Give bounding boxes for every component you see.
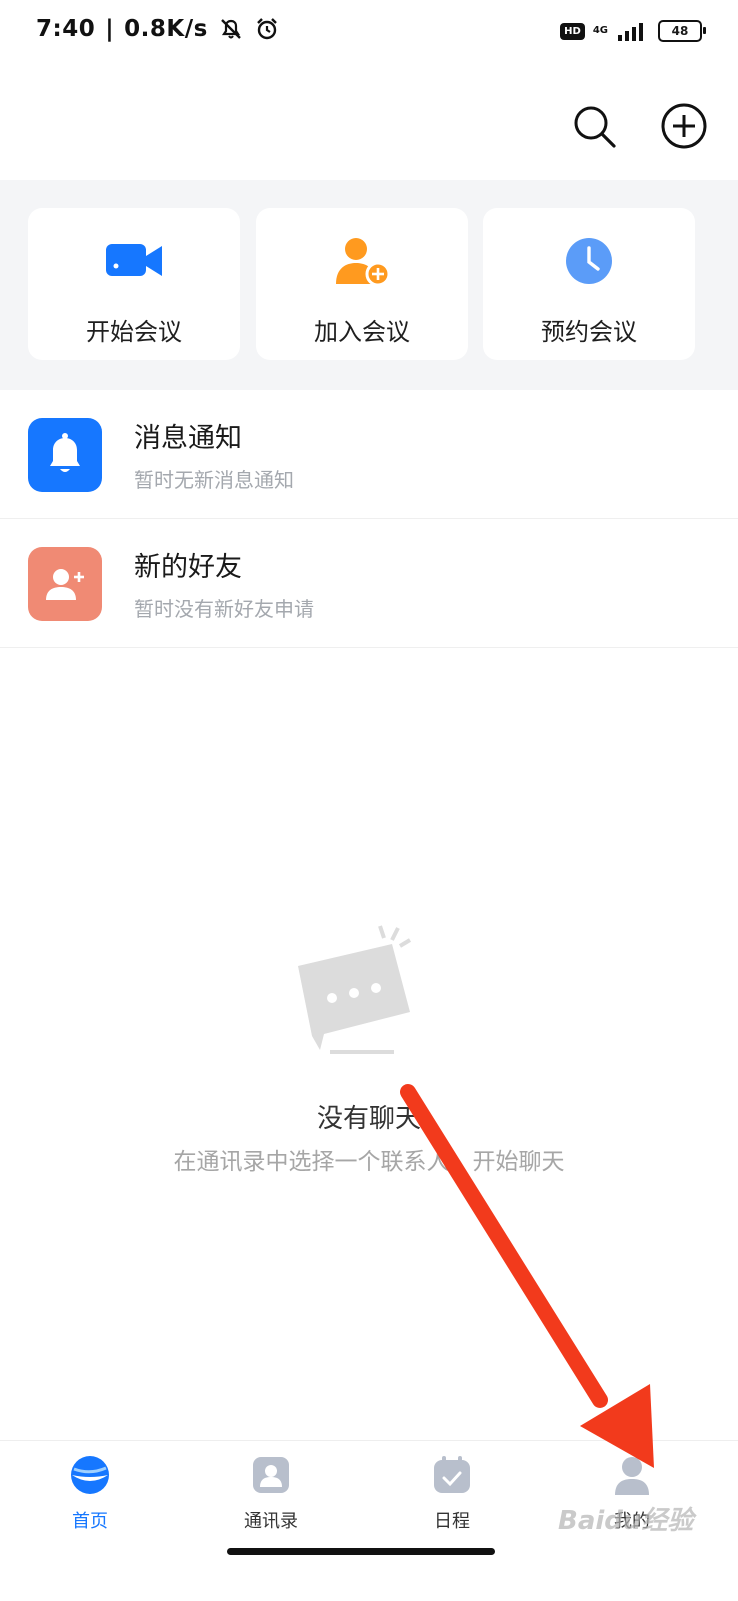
calendar-icon — [434, 1456, 470, 1493]
notification-subtitle: 暂时无新消息通知 — [134, 468, 294, 492]
search-button[interactable] — [570, 102, 618, 150]
start-meeting-label: 开始会议 — [86, 318, 182, 346]
tab-calendar-label: 日程 — [434, 1511, 470, 1532]
muted-bell-icon — [220, 19, 241, 39]
home-indicator — [227, 1548, 495, 1555]
schedule-meeting-button[interactable]: 预约会议 — [483, 208, 695, 360]
top-actions — [570, 102, 708, 150]
quick-actions: 开始会议 加入会议 预约会议 — [0, 180, 738, 390]
start-meeting-button[interactable]: 开始会议 — [28, 208, 240, 360]
watermark: Baidu经验 — [558, 1506, 694, 1536]
new-friends-title: 新的好友 — [134, 552, 242, 583]
battery-indicator: 48 — [658, 20, 706, 42]
hd-badge: HD — [560, 22, 585, 40]
status-speed: 0.8K/s — [124, 16, 208, 42]
new-friends-avatar — [28, 547, 102, 621]
search-icon — [574, 106, 616, 148]
tab-contacts[interactable]: 通讯录 — [211, 1455, 331, 1533]
status-time: 7:40 — [36, 16, 96, 42]
notification-title: 消息通知 — [134, 423, 242, 454]
plus-circle-icon — [661, 103, 707, 149]
empty-chat-illustration — [298, 925, 412, 1054]
profile-icon — [615, 1457, 649, 1495]
add-friend-icon — [46, 569, 84, 600]
empty-title: 没有聊天 — [316, 1104, 421, 1134]
home-logo-icon — [71, 1456, 109, 1494]
list-item-notifications[interactable]: 消息通知 暂时无新消息通知 — [0, 390, 738, 519]
tab-home-label: 首页 — [72, 1511, 108, 1532]
new-friends-subtitle: 暂时没有新好友申请 — [134, 597, 314, 621]
network-label: 4G — [592, 25, 608, 36]
contacts-icon — [253, 1457, 289, 1493]
clock-icon — [566, 238, 612, 284]
tab-calendar[interactable]: 日程 — [392, 1455, 512, 1533]
notification-avatar — [28, 418, 102, 492]
status-bar: 7:40 | 0.8K/s HD 4G 48 — [0, 0, 738, 70]
join-meeting-label: 加入会议 — [314, 318, 410, 346]
list-item-new-friends[interactable]: 新的好友 暂时没有新好友申请 — [0, 519, 738, 648]
add-person-icon — [336, 238, 391, 286]
bell-icon — [50, 433, 80, 472]
join-meeting-button[interactable]: 加入会议 — [256, 208, 468, 360]
video-camera-icon — [106, 244, 162, 276]
empty-subtitle: 在通讯录中选择一个联系人，开始聊天 — [173, 1149, 565, 1175]
signal-icon — [618, 23, 643, 41]
add-button[interactable] — [660, 102, 708, 150]
alarm-icon — [256, 18, 277, 40]
schedule-meeting-label: 预约会议 — [541, 318, 637, 346]
tab-contacts-label: 通讯录 — [244, 1511, 298, 1532]
tab-home[interactable]: 首页 — [30, 1455, 150, 1533]
